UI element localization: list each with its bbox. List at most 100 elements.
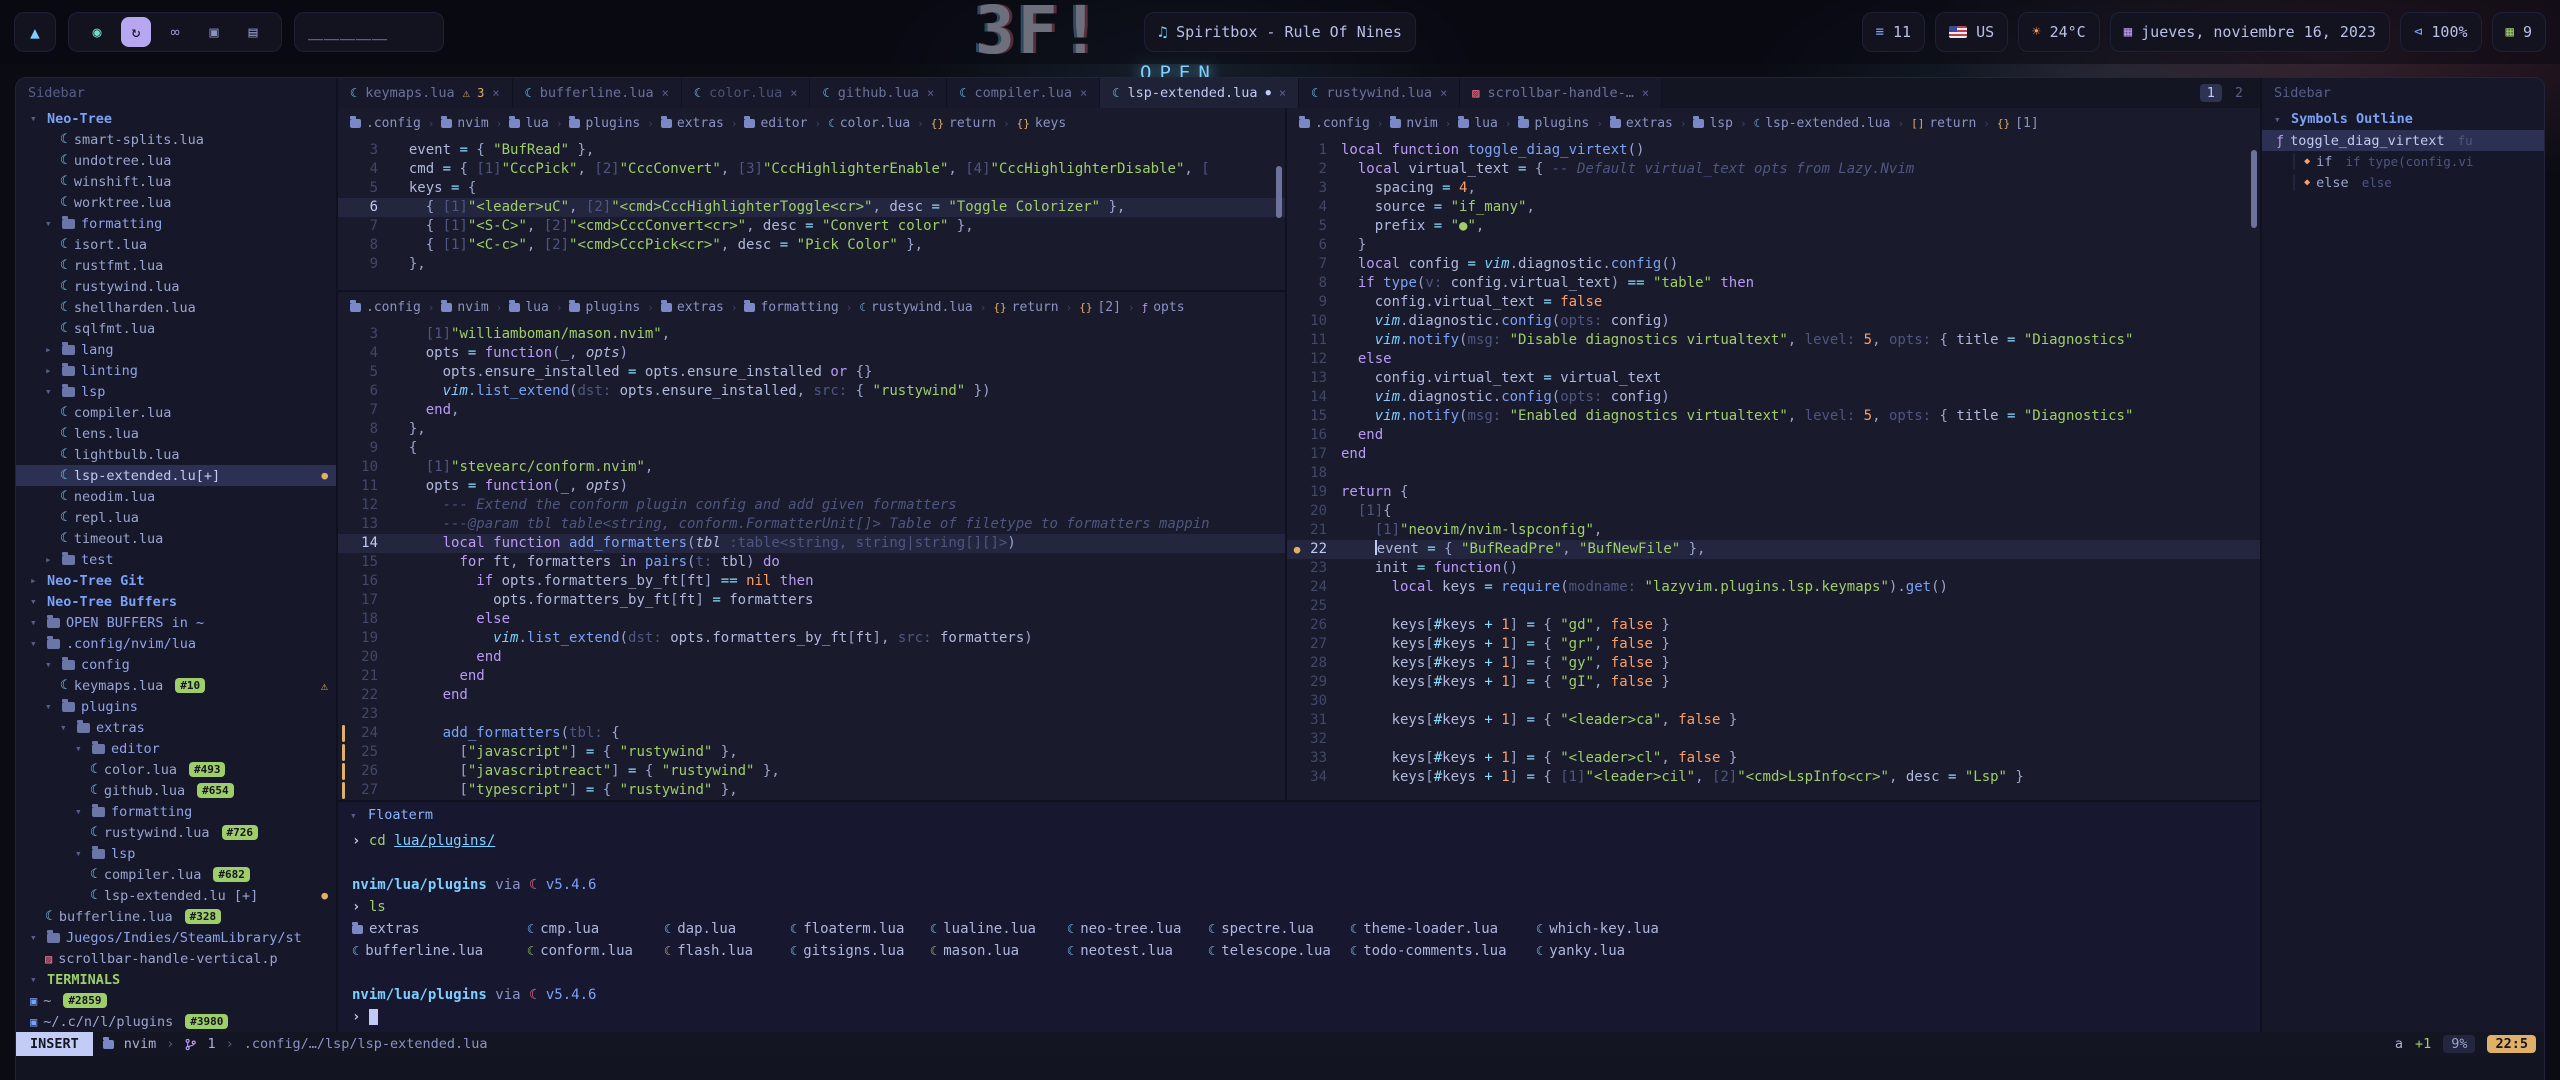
neotree-item[interactable]: ▾formatting	[16, 801, 336, 822]
code-line[interactable]: 6 { [1]"<leader>uC", [2]"<cmd>CccHighlig…	[338, 198, 1285, 217]
code-line[interactable]: 22 end	[338, 686, 1285, 705]
code-line[interactable]: 4 source = "if_many",	[1287, 198, 2260, 217]
copy-icon[interactable]: ▣	[199, 17, 229, 47]
ls-item[interactable]: ☾spectre.lua	[1208, 918, 1350, 940]
link-icon[interactable]: ∞	[160, 17, 190, 47]
code-line[interactable]: 3 spacing = 4,	[1287, 179, 2260, 198]
code-line[interactable]: 9 config.virtual_text = false	[1287, 293, 2260, 312]
code-line[interactable]: 20 end	[338, 648, 1285, 667]
neotree-item[interactable]: ☾winshift.lua	[16, 171, 336, 192]
breadcrumb-item[interactable]: plugins	[569, 116, 640, 131]
tree-section-header[interactable]: ▾TERMINALS	[16, 969, 336, 990]
code-line[interactable]: 6 }	[1287, 236, 2260, 255]
code-area[interactable]: 3 event = { "BufRead" },4 cmd = { [1]"Cc…	[338, 138, 1285, 290]
neotree-item[interactable]: ▾lsp	[16, 843, 336, 864]
code-line[interactable]: 12 else	[1287, 350, 2260, 369]
neotree-item[interactable]: ☾repl.lua	[16, 507, 336, 528]
neotree-item[interactable]: ☾isort.lua	[16, 234, 336, 255]
code-line[interactable]: 28 keys[#keys + 1] = { "gy", false }	[1287, 654, 2260, 673]
neotree-item[interactable]: ▣~#2859	[16, 990, 336, 1011]
neotree-item[interactable]: ▾Juegos/Indies/SteamLibrary/st	[16, 927, 336, 948]
code-line[interactable]: 5 opts.ensure_installed = opts.ensure_in…	[338, 363, 1285, 382]
neotree-item[interactable]: ▨scrollbar-handle-vertical.p	[16, 948, 336, 969]
code-line[interactable]: 10 vim.diagnostic.config(opts: config)	[1287, 312, 2260, 331]
code-line[interactable]: 30	[1287, 692, 2260, 711]
code-line[interactable]: 25 ["javascript"] = { "rustywind" },	[338, 743, 1285, 762]
window-title-field[interactable]: ＿＿＿＿＿	[294, 12, 444, 52]
neotree-item[interactable]: ▾OPEN BUFFERS in ~	[16, 612, 336, 633]
code-line[interactable]: 14 vim.diagnostic.config(opts: config)	[1287, 388, 2260, 407]
ls-item[interactable]: ☾lualine.lua	[930, 918, 1067, 940]
neotree-item[interactable]: ☾lsp-extended.lu [+]●	[16, 885, 336, 906]
code-line[interactable]: 26 ["javascriptreact"] = { "rustywind" }…	[338, 762, 1285, 781]
code-line[interactable]: 32	[1287, 730, 2260, 749]
code-line[interactable]: 3 [1]"williamboman/mason.nvim",	[338, 325, 1285, 344]
tabpage-2[interactable]: 2	[2228, 84, 2250, 102]
cmdline[interactable]	[16, 1056, 2544, 1080]
code-line[interactable]: 18 else	[338, 610, 1285, 629]
breadcrumb-item[interactable]: lsp	[1693, 116, 1732, 131]
code-line[interactable]: 9 },	[338, 255, 1285, 274]
code-line[interactable]: ●22 event = { "BufReadPre", "BufNewFile"…	[1287, 540, 2260, 559]
code-line[interactable]: 5 keys = {	[338, 179, 1285, 198]
tab-color-lua[interactable]: ☾color.lua×	[682, 78, 811, 108]
tab-github-lua[interactable]: ☾github.lua×	[810, 78, 947, 108]
code-area[interactable]: 1local function toggle_diag_virtext()2 l…	[1287, 138, 2260, 800]
code-line[interactable]: 27 keys[#keys + 1] = { "gr", false }	[1287, 635, 2260, 654]
ls-item[interactable]: ☾gitsigns.lua	[790, 940, 930, 962]
neotree-item[interactable]: ▸test	[16, 549, 336, 570]
breadcrumb-item[interactable]: {}keys	[1017, 116, 1067, 131]
breadcrumb-item[interactable]: ☾lsp-extended.lua	[1754, 116, 1891, 131]
neotree-item[interactable]: ☾bufferline.lua#328	[16, 906, 336, 927]
code-line[interactable]: 31 keys[#keys + 1] = { "<leader>ca", fal…	[1287, 711, 2260, 730]
edit-icon[interactable]: ↻	[121, 17, 151, 47]
neotree-item[interactable]: ▾extras	[16, 717, 336, 738]
code-line[interactable]: 9 {	[338, 439, 1285, 458]
code-line[interactable]: 21 [1]"neovim/nvim-lspconfig",	[1287, 521, 2260, 540]
breadcrumb-item[interactable]: {}return	[993, 300, 1058, 315]
ls-item[interactable]: ☾which-key.lua	[1536, 918, 2246, 940]
ls-item[interactable]: ☾mason.lua	[930, 940, 1067, 962]
terminal-output[interactable]: › cd lua/plugins/nvim/lua/plugins via ☾ …	[338, 828, 2260, 1032]
code-line[interactable]: 33 keys[#keys + 1] = { "<leader>cl", fal…	[1287, 749, 2260, 768]
neotree-item[interactable]: ▸lang	[16, 339, 336, 360]
tab-keymaps-lua[interactable]: ☾keymaps.lua⚠ 3×	[338, 78, 513, 108]
close-icon[interactable]: ×	[1279, 86, 1286, 100]
neotree-item[interactable]: ▸linting	[16, 360, 336, 381]
code-line[interactable]: 27 ["typescript"] = { "rustywind" },	[338, 781, 1285, 800]
ls-item[interactable]: ☾neo-tree.lua	[1067, 918, 1208, 940]
weather-widget[interactable]: ☀24°C	[2018, 12, 2100, 52]
neotree-item[interactable]: ☾shellharden.lua	[16, 297, 336, 318]
keyboard-layout-widget[interactable]: US	[1935, 12, 2008, 52]
tab-bufferline-lua[interactable]: ☾bufferline.lua×	[513, 78, 682, 108]
code-line[interactable]: 6 vim.list_extend(dst: opts.ensure_insta…	[338, 382, 1285, 401]
neotree-item[interactable]: ☾lightbulb.lua	[16, 444, 336, 465]
code-line[interactable]: 4 opts = function(_, opts)	[338, 344, 1285, 363]
neotree-item[interactable]: ☾lens.lua	[16, 423, 336, 444]
code-line[interactable]: 19 vim.list_extend(dst: opts.formatters_…	[338, 629, 1285, 648]
date-widget[interactable]: ▦jueves, noviembre 16, 2023	[2110, 12, 2390, 52]
ls-item[interactable]: ☾telescope.lua	[1208, 940, 1350, 962]
code-line[interactable]: 13 config.virtual_text = virtual_text	[1287, 369, 2260, 388]
files-icon[interactable]: ▤	[238, 17, 268, 47]
breadcrumb-item[interactable]: ☾rustywind.lua	[859, 300, 972, 315]
breadcrumb-item[interactable]: nvim	[441, 300, 488, 315]
tray-widget[interactable]: ▦9	[2492, 12, 2546, 52]
ls-item[interactable]: extras	[352, 918, 527, 940]
breadcrumb-item[interactable]: lua	[509, 300, 548, 315]
outline-item[interactable]: │◆ifif type(config.vi	[2262, 151, 2544, 172]
ls-item[interactable]: ☾theme-loader.lua	[1350, 918, 1536, 940]
ls-item[interactable]: ☾bufferline.lua	[352, 940, 527, 962]
code-line[interactable]: 7 end,	[338, 401, 1285, 420]
close-icon[interactable]: ×	[1642, 86, 1649, 100]
launcher-button[interactable]: ▲	[14, 12, 56, 52]
code-line[interactable]: 16 end	[1287, 426, 2260, 445]
breadcrumb-item[interactable]: plugins	[1518, 116, 1589, 131]
breadcrumb-item[interactable]: []return	[1911, 116, 1976, 131]
close-icon[interactable]: ×	[1080, 86, 1087, 100]
breadcrumb-item[interactable]: ☾color.lua	[828, 116, 910, 131]
breadcrumb-item[interactable]: ƒopts	[1142, 300, 1185, 315]
code-line[interactable]: 8 },	[338, 420, 1285, 439]
close-icon[interactable]: ×	[927, 86, 934, 100]
code-line[interactable]: 10 [1]"stevearc/conform.nvim",	[338, 458, 1285, 477]
